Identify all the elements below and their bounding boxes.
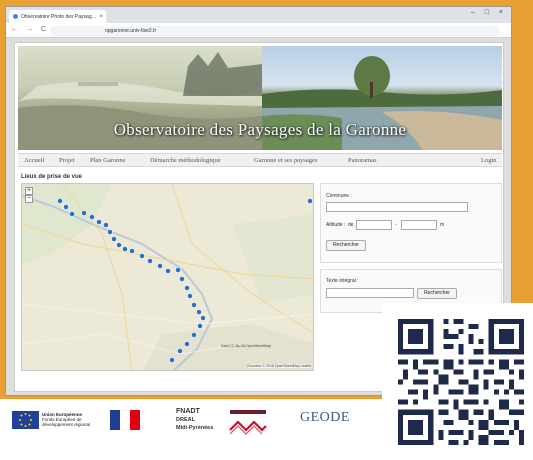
- nav-item-paysages[interactable]: Garonne et ses paysages: [254, 157, 317, 164]
- fulltext-search-button[interactable]: Rechercher: [417, 288, 457, 299]
- nav-arrows-icon[interactable]: ← → C: [11, 26, 49, 33]
- nav-item-login[interactable]: Login: [481, 157, 497, 164]
- banner-title: Observatoire des Paysages de la Garonne: [113, 120, 407, 139]
- banner: Observatoire des Paysages de la Garonne: [18, 46, 502, 150]
- tab-close-icon[interactable]: ×: [99, 14, 103, 20]
- nav-item-projet[interactable]: Projet: [59, 157, 75, 164]
- qr-code-icon[interactable]: [398, 319, 524, 445]
- fnadt-logo: FNADT DREAL Midi-Pyrénées: [176, 408, 213, 433]
- address-bar: ← → C opgaronne.univ-tlse2.fr: [6, 23, 511, 38]
- eu-flag-icon: [12, 411, 39, 429]
- map-attribution-secondary: Data CC-By-SA OpenStreetMap: [221, 344, 271, 348]
- commune-input[interactable]: [326, 202, 468, 212]
- universite-toulouse-logo-icon: [226, 408, 270, 436]
- fnadt-text: FNADT: [176, 408, 200, 415]
- map-attribution: Données © 2018 OpenStreetMap Leaflet: [247, 364, 311, 368]
- nav-item-accueil[interactable]: Accueil: [24, 157, 44, 164]
- favicon-icon: [13, 14, 18, 19]
- tab-title: Observatoire Photo des Paysag…: [21, 13, 97, 20]
- altitude-from-prefix: de: [348, 222, 354, 228]
- main-nav: Accueil Projet Plan Garonne Démarche mét…: [18, 153, 502, 167]
- fulltext-label: Texte intégral :: [326, 278, 359, 284]
- eu-sub2: développement régional: [42, 422, 91, 427]
- url-field[interactable]: opgaronne.univ-tlse2.fr: [50, 26, 500, 36]
- nav-item-panoramas[interactable]: Panoramas: [348, 157, 377, 164]
- altitude-label: Altitude :: [326, 222, 346, 228]
- commune-label: Commune :: [326, 193, 352, 199]
- altitude-min-input[interactable]: [356, 220, 392, 230]
- republique-francaise-logo-icon: [110, 410, 140, 430]
- search-panel: Commune : Altitude : de - m Rechercher: [320, 183, 502, 263]
- zoom-in-button[interactable]: +: [25, 187, 33, 195]
- nav-item-plan-garonne[interactable]: Plan Garonne: [90, 157, 126, 164]
- map[interactable]: + − Data CC-By-SA OpenStreetMap Données …: [21, 183, 314, 371]
- fulltext-input[interactable]: [326, 288, 414, 298]
- nav-item-demarche[interactable]: Démarche méthodologique: [150, 157, 221, 164]
- region-text: Midi-Pyrénées: [176, 425, 214, 431]
- search-button[interactable]: Rechercher: [326, 240, 366, 251]
- altitude-unit: m: [440, 222, 445, 228]
- qr-code-panel: [382, 303, 533, 460]
- altitude-max-input[interactable]: [401, 220, 437, 230]
- geode-logo: GEODE: [300, 410, 350, 425]
- section-title: Lieux de prise de vue: [21, 174, 83, 180]
- browser-tab[interactable]: Observatoire Photo des Paysag… ×: [9, 10, 106, 23]
- zoom-out-button[interactable]: −: [25, 195, 33, 203]
- eu-logo-text: Union Européenne Fonds Européen de dével…: [42, 412, 90, 427]
- tab-bar: Observatoire Photo des Paysag… × – □ ×: [6, 7, 511, 23]
- altitude-dash: -: [395, 222, 397, 228]
- dreal-text: DREAL: [176, 416, 195, 423]
- window-controls[interactable]: – □ ×: [471, 9, 507, 16]
- map-tiles: [22, 184, 313, 370]
